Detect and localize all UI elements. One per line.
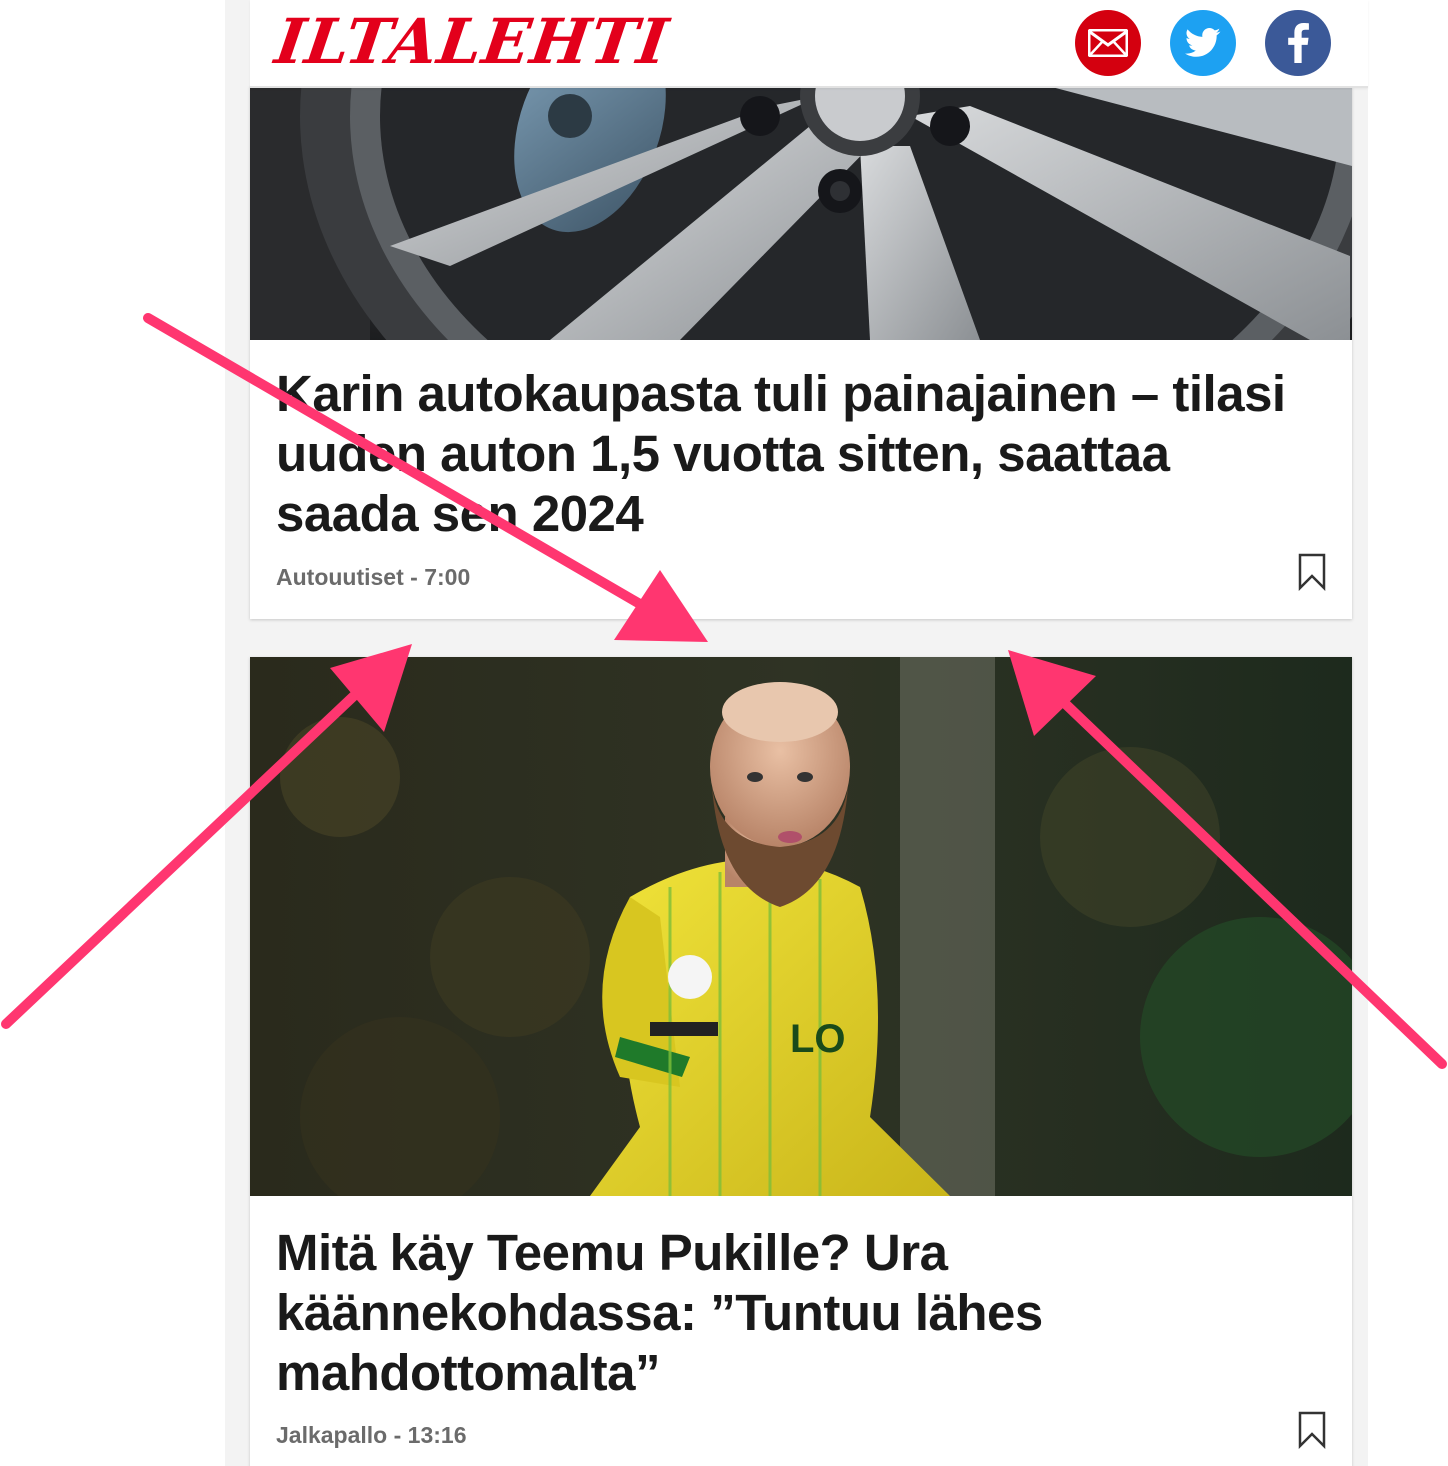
site-header: ILTALEHTI xyxy=(250,0,1368,88)
article-meta: Autouutiset - 7:00 xyxy=(276,564,471,590)
twitter-share-button[interactable] xyxy=(1170,10,1236,76)
article-meta: Jalkapallo - 13:16 xyxy=(276,1422,467,1448)
bookmark-button[interactable] xyxy=(1298,1411,1326,1450)
page: ILTALEHTI Karin autokaupasta tuli painaj… xyxy=(0,0,1448,1466)
article-headline[interactable]: Karin autokaupasta tuli painajainen – ti… xyxy=(276,364,1316,544)
article-card[interactable]: LO Mitä käy Teemu Pukille? Ura käännekoh… xyxy=(250,657,1352,1466)
car-wheel-photo[interactable] xyxy=(250,86,1352,340)
twitter-icon xyxy=(1185,28,1221,57)
mail-icon xyxy=(1088,29,1128,57)
bookmark-icon xyxy=(1298,1411,1326,1450)
article-card[interactable]: Karin autokaupasta tuli painajainen – ti… xyxy=(250,86,1352,619)
facebook-share-button[interactable] xyxy=(1265,10,1331,76)
bookmark-button[interactable] xyxy=(1298,553,1326,592)
facebook-icon xyxy=(1288,23,1309,63)
mail-share-button[interactable] xyxy=(1075,10,1141,76)
football-player-photo[interactable]: LO xyxy=(250,657,1352,1196)
svg-text:LO: LO xyxy=(790,1017,846,1061)
iltalehti-logo[interactable]: ILTALEHTI xyxy=(271,5,673,78)
bookmark-icon xyxy=(1298,553,1326,592)
article-headline[interactable]: Mitä käy Teemu Pukille? Ura käännekohdas… xyxy=(276,1223,1316,1403)
